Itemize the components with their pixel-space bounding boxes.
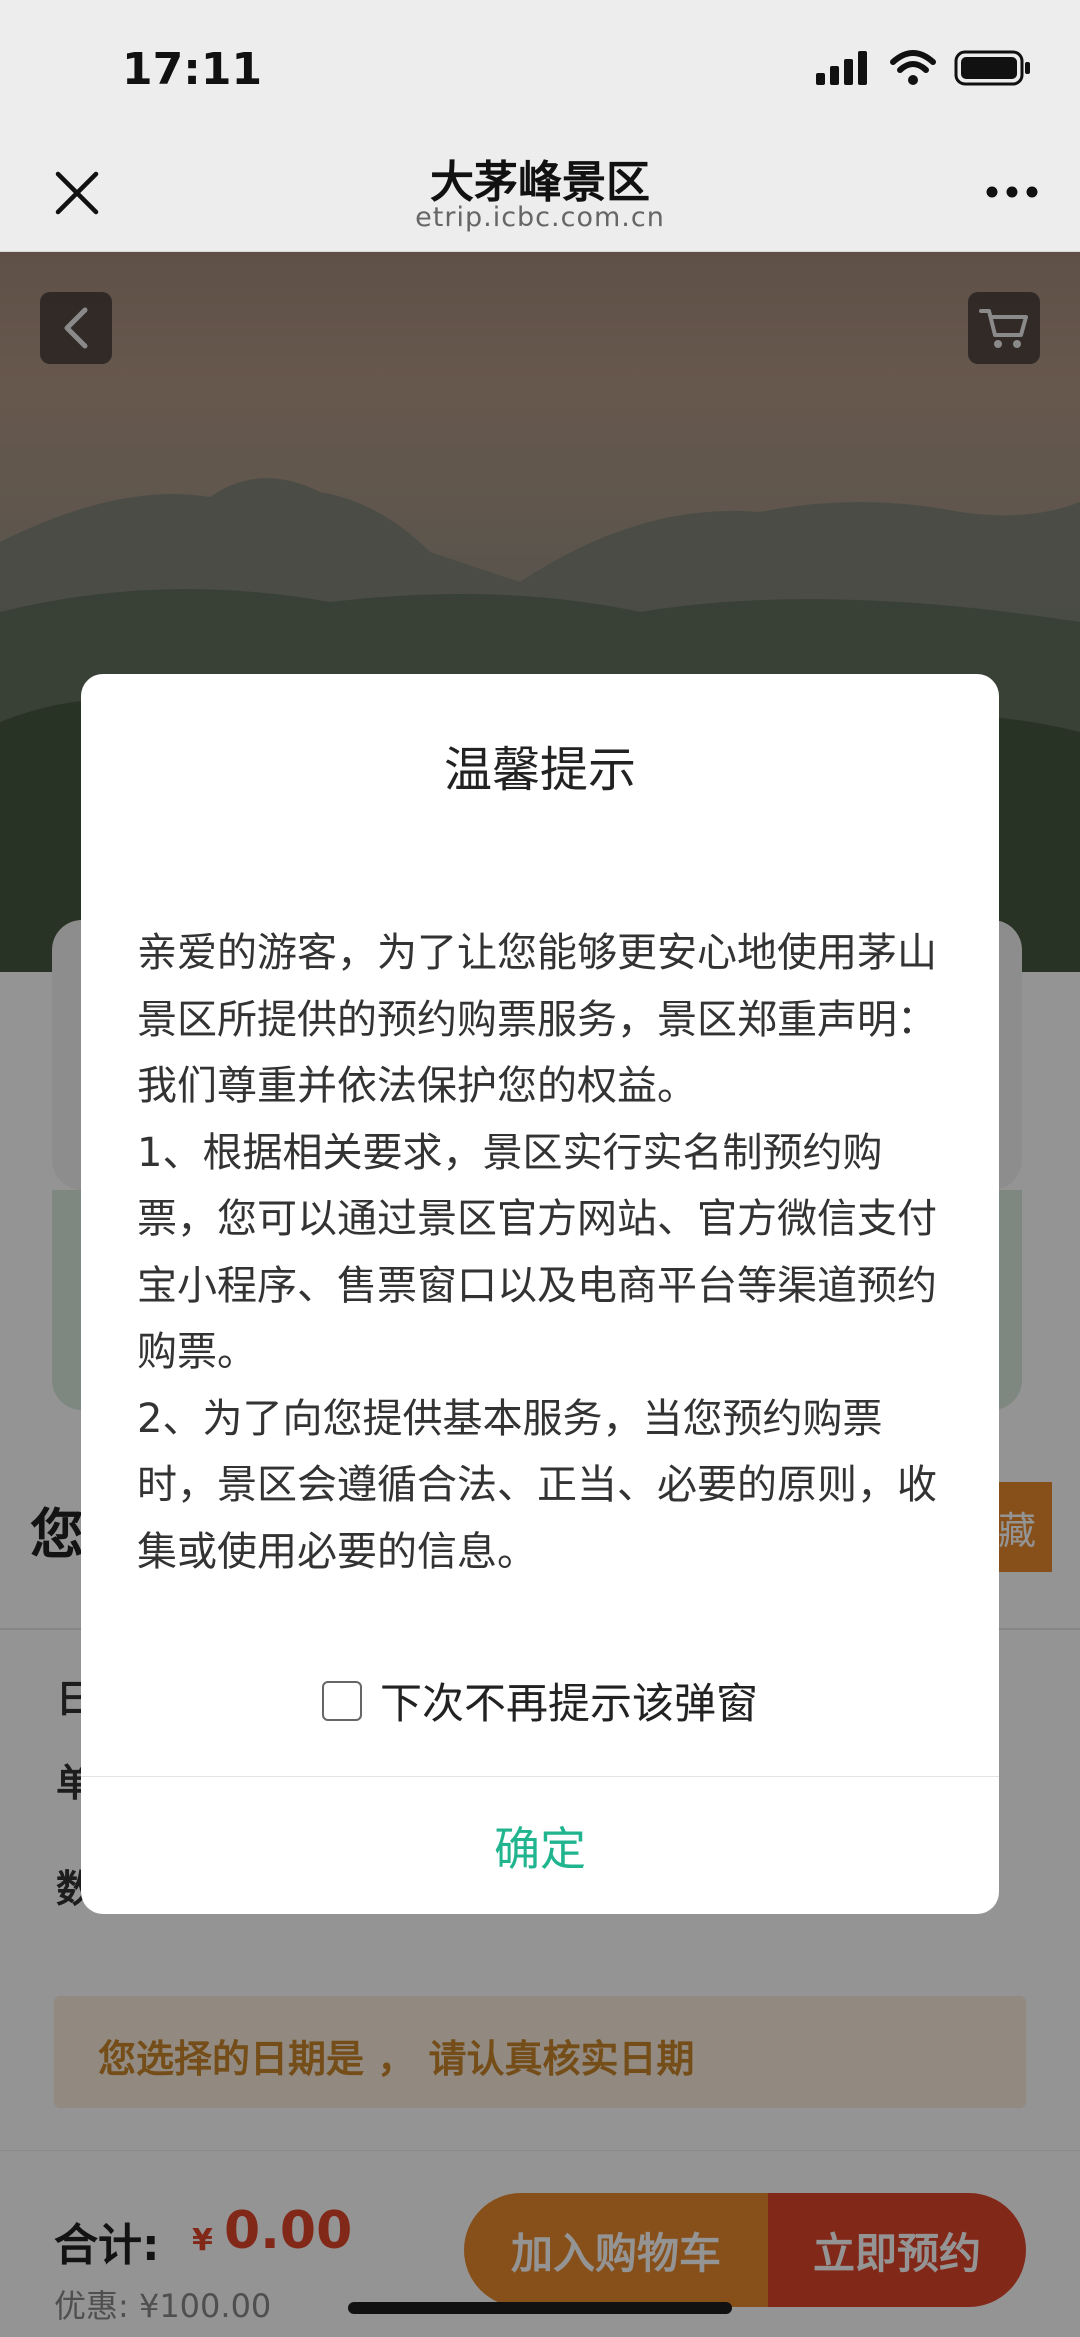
home-indicator	[348, 2302, 732, 2314]
signal-icon	[816, 51, 867, 85]
status-bar: 17:11	[0, 0, 1080, 132]
checkbox-label: 下次不再提示该弹窗	[379, 1679, 758, 1728]
more-dots-icon[interactable]	[986, 186, 1038, 198]
top-navbar: 大茅峰景区 etrip.icbc.com.cn	[0, 132, 1080, 252]
confirm-button[interactable]: 确定	[81, 1777, 999, 1914]
dialog-paragraph: 1、根据相关要求，景区实行实名制预约购票，您可以通过景区官方网站、官方微信支付宝…	[137, 1129, 937, 1376]
status-time: 17:11	[122, 44, 263, 95]
page-title: 大茅峰景区	[430, 157, 650, 208]
dialog-paragraph: 2、为了向您提供基本服务，当您预约购票时，景区会遵循合法、正当、必要的原则，收集…	[137, 1395, 937, 1575]
page-url: etrip.icbc.com.cn	[415, 202, 665, 233]
dont-show-again-checkbox[interactable]	[321, 1680, 362, 1721]
dont-show-again-option[interactable]: 下次不再提示该弹窗	[81, 1670, 999, 1731]
dialog-paragraph: 亲爱的游客，为了让您能够更安心地使用茅山景区所提供的预约购票服务，景区郑重声明：…	[137, 930, 937, 1109]
battery-icon	[954, 50, 1030, 86]
dialog-title: 温馨提示	[443, 742, 636, 798]
dialog-body: 亲爱的游客，为了让您能够更安心地使用茅山景区所提供的预约购票服务，景区郑重声明：…	[137, 920, 943, 1585]
wifi-icon	[890, 50, 936, 85]
status-icons	[816, 50, 1032, 86]
notice-dialog: 温馨提示 亲爱的游客，为了让您能够更安心地使用茅山景区所提供的预约购票服务，景区…	[81, 674, 999, 1914]
